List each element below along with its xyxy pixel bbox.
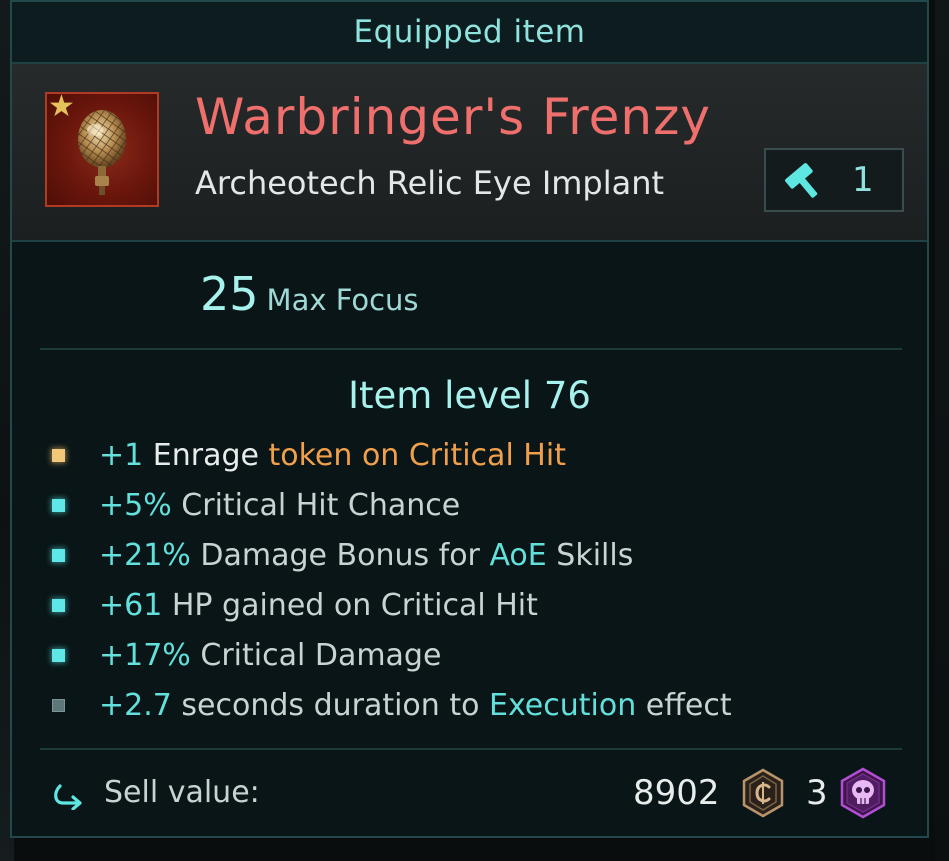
affix-keyword[interactable]: AoE [489, 538, 546, 573]
main-stat: 25 Max Focus [200, 267, 419, 321]
cyan-bullet-icon [52, 598, 65, 612]
tooltip-header: Equipped item [12, 2, 927, 64]
affix-row: +61 HP gained on Critical Hit [48, 580, 908, 630]
affix-value: +2.7 [99, 687, 172, 723]
cyan-bullet-icon [52, 648, 65, 662]
hammer-icon [785, 163, 818, 198]
affix-value: +17% [99, 637, 191, 673]
eye-implant-relic-icon [78, 110, 126, 195]
coin-icon [742, 768, 784, 818]
affix-text: Critical Hit Chance [181, 487, 461, 523]
main-stat-label: Max Focus [266, 283, 419, 317]
affix-row: +17% Critical Damage [48, 630, 908, 680]
affix-value: +5% [99, 487, 172, 523]
affix-text: HP gained on Critical Hit [171, 587, 538, 623]
affix-list: +1 Enrage token on Critical Hit +5% Crit… [48, 430, 908, 730]
main-stat-value: 25 [200, 267, 259, 321]
item-tooltip-panel: Equipped item ★ Warbringer's Frenzy Arch… [10, 0, 929, 838]
item-name: Warbringer's Frenzy [195, 88, 711, 146]
item-type: Archeotech Relic Eye Implant [195, 164, 665, 202]
affix-row: +5% Critical Hit Chance [48, 480, 908, 530]
affix-keyword[interactable]: Execution [489, 688, 636, 723]
cyan-bullet-icon [52, 548, 65, 562]
affix-row: +2.7 seconds duration to Execution effec… [48, 680, 908, 730]
sell-value-label: Sell value: [104, 775, 260, 810]
background-right-edge [935, 0, 949, 861]
affix-text: Damage Bonus for [200, 537, 480, 573]
sell-arrow-icon [54, 784, 82, 810]
affix-text: Critical Damage [200, 637, 442, 673]
affix-text: token on Critical Hit [268, 437, 566, 473]
affix-value: +61 [99, 587, 163, 623]
affix-text: Skills [556, 537, 634, 573]
affix-text: effect [645, 687, 732, 723]
item-summary: ★ Warbringer's Frenzy Archeotech Relic E… [12, 64, 927, 242]
affix-text: seconds duration to [181, 687, 480, 723]
tooltip-title: Equipped item [353, 14, 586, 50]
item-level: Item level 76 [348, 374, 591, 417]
grey-bullet-icon [52, 698, 65, 712]
skull-token-count: 3 [806, 773, 828, 813]
stat-divider [40, 348, 902, 350]
craft-count-box[interactable]: 1 [764, 148, 904, 212]
footer-divider [40, 748, 902, 750]
skull-token-icon [840, 767, 886, 819]
affix-row: +1 Enrage token on Critical Hit [48, 430, 908, 480]
cyan-bullet-icon [52, 498, 65, 512]
craft-count: 1 [852, 160, 874, 200]
affix-value: +21% [99, 537, 191, 573]
affix-keyword[interactable]: Enrage [153, 438, 259, 473]
item-icon-frame[interactable]: ★ [45, 92, 159, 207]
gold-bullet-icon [52, 448, 65, 462]
sell-amount: 8902 [633, 773, 720, 813]
affix-value: +1 [99, 437, 144, 473]
affix-row: +21% Damage Bonus for AoE Skills [48, 530, 908, 580]
